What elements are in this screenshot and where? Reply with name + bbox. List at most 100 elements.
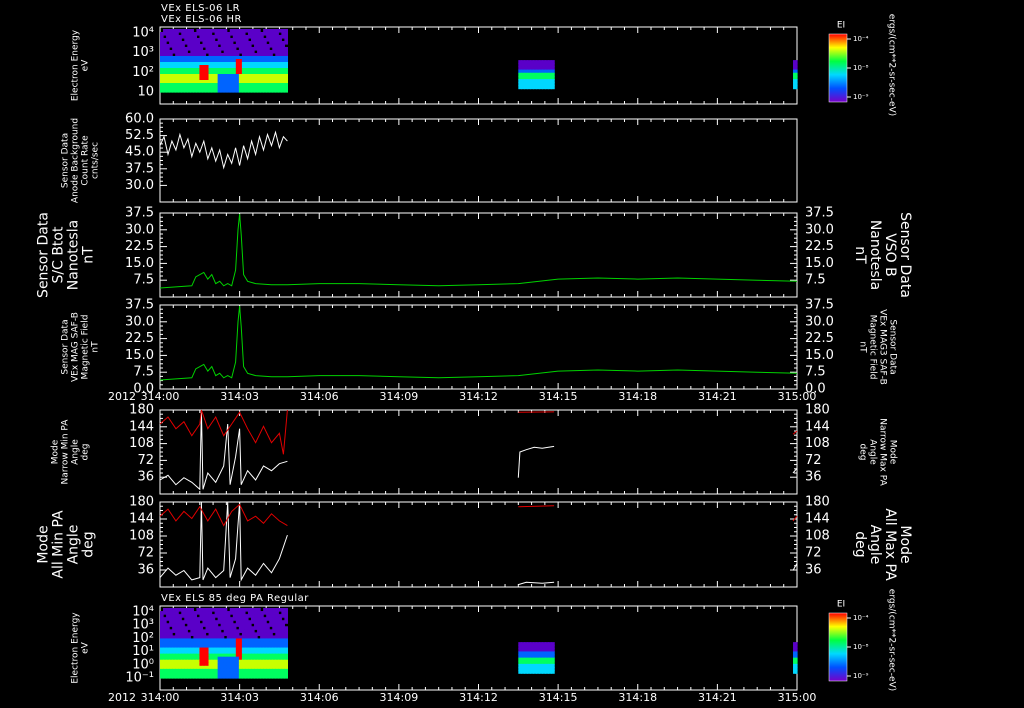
colorbar-1-tick-label: 10⁻⁹ — [853, 93, 869, 101]
panel-4-ytick-label-right: 7.5 — [805, 365, 826, 380]
colorbar-1-label: EI — [837, 21, 845, 31]
panel-1-ytick-label: 10² — [132, 65, 154, 80]
panel-2-ylabel-line: cnts/sec — [91, 142, 101, 179]
panel-6-series-line — [159, 501, 288, 582]
panel-4-rlabel-line: VEx MAG3 SAF-B — [878, 309, 888, 385]
panel-6-ytick-label: 180 — [129, 495, 154, 510]
x-tick-label: 314:21 — [698, 691, 737, 704]
panel-3-ylabel-line: Nanotesla — [66, 220, 82, 290]
panel-6-ytick-label-right: 36 — [805, 563, 822, 578]
panel-4-ytick-label: 7.5 — [133, 365, 154, 380]
x-tick-label: 314:06 — [300, 691, 339, 704]
panel-3-ytick-label: 22.5 — [125, 239, 154, 254]
panel-6-rlabel-line: Mode — [897, 525, 913, 563]
panel-5-series — [159, 409, 798, 491]
panel-6-rlabel-line: All Max PA — [882, 508, 898, 581]
heatmap-cell — [284, 674, 288, 679]
panel-5-ytick-label: 180 — [129, 403, 154, 418]
panel-6-frame — [159, 501, 798, 588]
panel-5-rlabel-line: Narrow Max PA — [878, 418, 888, 486]
panel-5-ytick-label: 72 — [137, 453, 154, 468]
panel-4-series — [159, 306, 798, 381]
panel-3-ytick-label-right: 15.0 — [805, 256, 834, 271]
panel-5-ylabel-line: Narrow Min PA — [61, 419, 71, 485]
x-tick-label: 315:00 — [778, 691, 817, 704]
x-tick-label: 314:00 — [141, 390, 180, 403]
panel-6-ytick-label-right: 180 — [805, 495, 830, 510]
panel-3-ylabel-line: S/C Btot — [51, 226, 67, 283]
panel-6-ylabel-line: Mode — [36, 525, 52, 563]
panel-6-ylabel-line: All Min PA — [51, 510, 67, 579]
x-tick-label: 314:03 — [220, 390, 259, 403]
panel-1-ytick-label: 10 — [137, 85, 154, 100]
panel-4-ytick-label-right: 37.5 — [805, 298, 834, 313]
x-tick-label: 314:15 — [539, 691, 578, 704]
panel-4-ytick-label: 30.0 — [125, 314, 154, 329]
panel-2-ylabel-line: Anode Background — [71, 118, 81, 203]
panel-3-ylabel-line: Sensor Data — [36, 212, 52, 298]
panel-6-ytick-label: 144 — [129, 512, 154, 527]
panel-4-rlabel-line: Sensor Data — [888, 319, 898, 374]
heatmap-cell — [795, 85, 798, 90]
panel-2-ylabel-line: Sensor Data — [61, 133, 71, 188]
x-tick-label: 314:15 — [539, 390, 578, 403]
panel-2-ytick-label: 52.5 — [125, 128, 154, 143]
panel-5-ytick-label-right: 144 — [805, 419, 830, 434]
panel-2-series-line — [159, 130, 288, 170]
panel-6-series-line — [159, 503, 288, 527]
panel-4-ytick-label: 22.5 — [125, 331, 154, 346]
x-tick-label: 314:00 — [141, 691, 180, 704]
colorbar-2-unit: ergs/(cm**2-sr-sec-eV) — [887, 589, 897, 691]
colorbar-2-tick-label: 10⁻⁸ — [853, 643, 869, 651]
panel-3-rlabel-line: nT — [852, 246, 868, 264]
panel-2-ytick-label: 60.0 — [125, 112, 154, 127]
colorbar-2-label: EI — [837, 600, 845, 610]
panel-4-rlabel-line: nT — [858, 341, 868, 353]
panel-5-frame — [159, 409, 798, 495]
plot-canvas: 10⁴10³10²10Electron Energy eV60.052.545.0… — [36, 14, 914, 704]
panel-6-ytick-label-right: 144 — [805, 512, 830, 527]
panel-4-ylabel-line: VEx MAG SAF-B — [71, 312, 81, 382]
panel-3-ytick-label-right: 30.0 — [805, 222, 834, 237]
panel-4-series-line — [159, 306, 798, 381]
panel-3-rlabel-line: VSO B — [882, 233, 898, 277]
panel-6-ylabel-line: Angle — [66, 525, 82, 565]
x-year-label: 2012 — [108, 390, 136, 403]
panel-6-series-line — [518, 505, 555, 508]
colorbar-2-tick-label: 10⁻⁹ — [853, 672, 869, 680]
panel-6-rlabel-line: Angle — [867, 525, 883, 565]
panel-3-ytick-label: 30.0 — [125, 222, 154, 237]
panel-5-series-line — [159, 409, 288, 491]
heatmap-cell — [795, 670, 798, 674]
colorbar-1-tick-label: 10⁻⁴ — [853, 35, 869, 43]
panel-4-ytick-label-right: 15.0 — [805, 348, 834, 363]
x-tick-label: 314:09 — [380, 691, 419, 704]
x-tick-label: 314:12 — [459, 691, 498, 704]
panel-5-ylabel-line: Mode — [51, 439, 61, 464]
panel-2-ylabel-line: Count Rate — [81, 135, 91, 186]
panel-5-rlabel-line: Angle — [868, 439, 878, 465]
panel-3-ytick-label-right: 37.5 — [805, 206, 834, 221]
panel-5-ytick-label: 144 — [129, 419, 154, 434]
panel-1-heatmap — [160, 29, 798, 93]
panel-6-ytick-label: 36 — [137, 563, 154, 578]
panel-2-series — [159, 130, 288, 170]
colorbar-1 — [828, 33, 848, 103]
panel-3-ytick-label: 15.0 — [125, 256, 154, 271]
panel-4-ytick-label: 15.0 — [125, 348, 154, 363]
x-tick-label: 314:18 — [618, 390, 657, 403]
x-tick-label: 314:09 — [380, 390, 419, 403]
panel-2-ytick-label: 45.0 — [125, 145, 154, 160]
heatmap-cell — [551, 670, 555, 674]
panel-6-ytick-label: 72 — [137, 546, 154, 561]
panel-6-ylabel-line: deg — [81, 531, 97, 557]
panel-5-ytick-label-right: 180 — [805, 403, 830, 418]
panel-5-ytick-label-right: 36 — [805, 470, 822, 485]
panel-4-ylabel-line: nT — [91, 341, 101, 353]
x-tick-label: 314:12 — [459, 390, 498, 403]
panel-5-series-line — [517, 445, 555, 478]
panel-6-rlabel-line: deg — [852, 531, 868, 557]
panel-1-ytick-label: 10³ — [132, 45, 154, 60]
colorbar-2-tick-label: 10⁻⁴ — [853, 614, 869, 622]
panel-3-rlabel-line: Nanotesla — [867, 220, 883, 290]
